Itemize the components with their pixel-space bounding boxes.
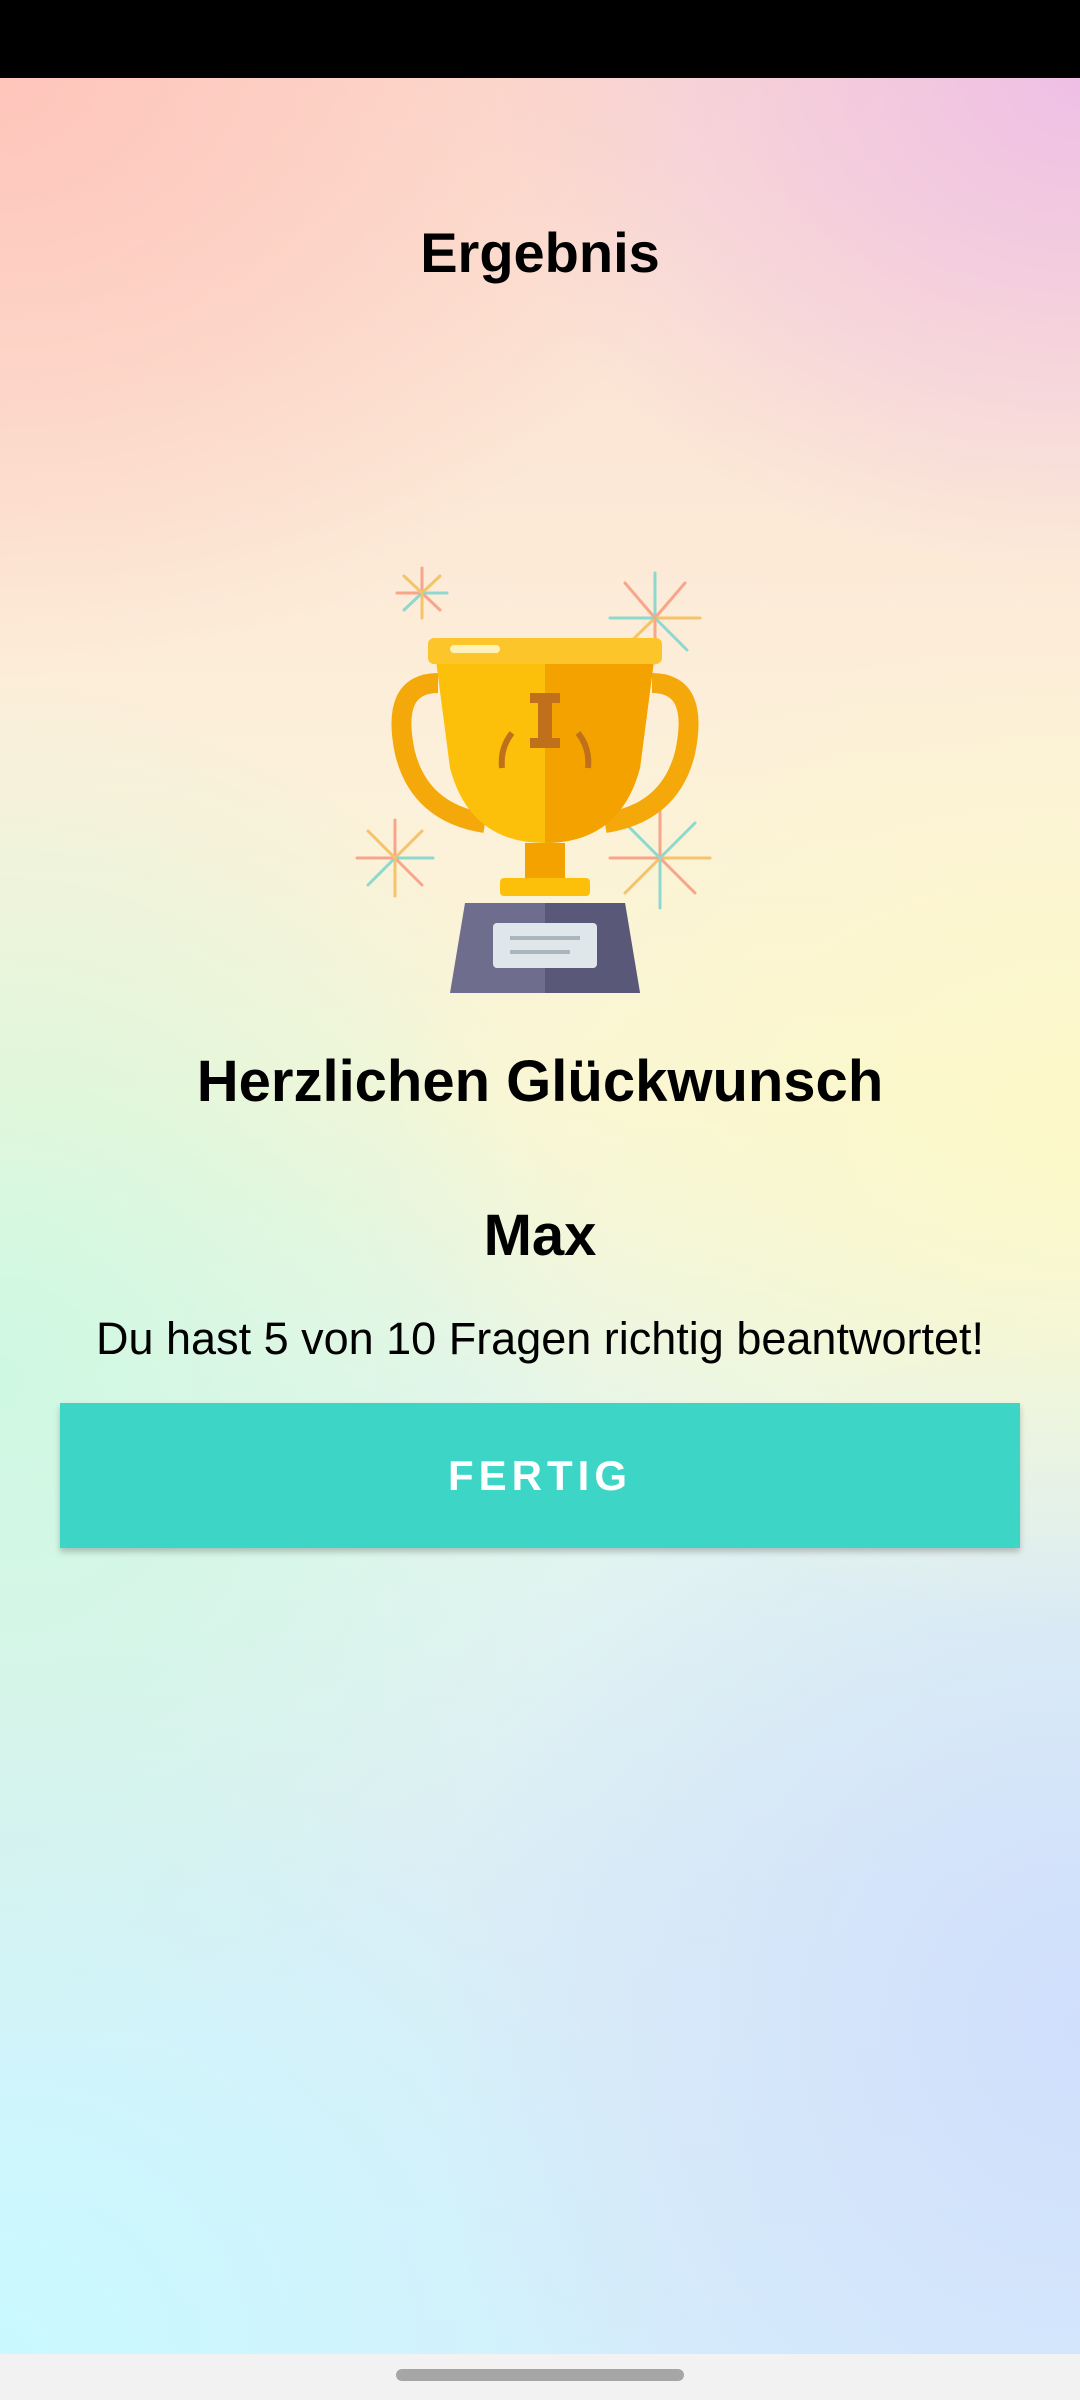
navigation-bar <box>0 2354 1080 2400</box>
congratulations-heading: Herzlichen Glückwunsch <box>196 1049 884 1114</box>
trophy-icon <box>350 558 740 998</box>
result-screen: Ergebnis Herzlichen Glückwunsch Max Du h… <box>0 78 1080 2354</box>
score-summary: Du hast 5 von 10 Fragen richtig beantwor… <box>95 1313 984 1364</box>
player-name: Max <box>483 1203 597 1268</box>
page-title: Ergebnis <box>420 221 660 284</box>
status-bar <box>0 0 1080 78</box>
done-button[interactable]: FERTIG <box>60 1403 1020 1548</box>
home-indicator[interactable] <box>396 2369 684 2381</box>
